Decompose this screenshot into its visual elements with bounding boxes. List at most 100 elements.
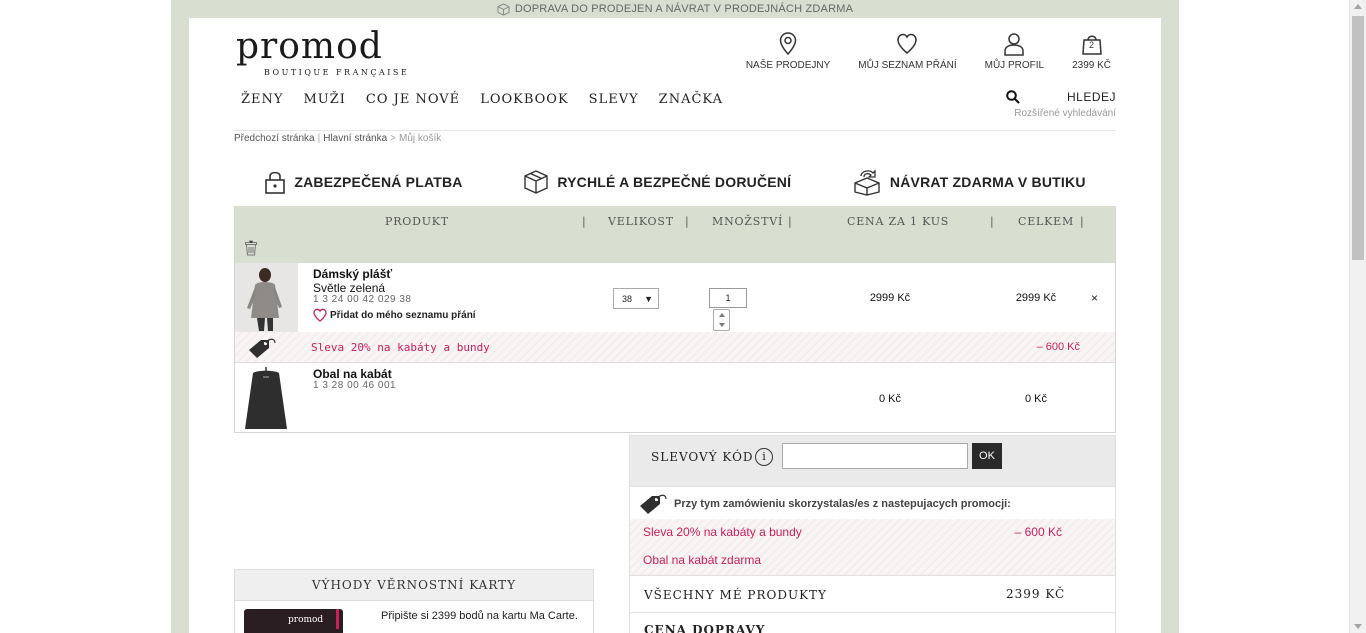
return-box-icon <box>854 169 880 196</box>
add-to-wishlist[interactable]: Přidat do mého seznamu přání <box>313 308 476 322</box>
product-color: Světle zelená <box>313 281 386 295</box>
search-box: HLEDEJ Rozšířené vyhledávání <box>1006 90 1116 119</box>
nav-item-slevy[interactable]: SLEVY <box>589 92 639 107</box>
search-icon[interactable] <box>1006 90 1020 104</box>
unit-price: 2999 Kč <box>869 292 911 304</box>
trash-icon[interactable] <box>245 240 257 256</box>
line-total: 0 Kč <box>1024 393 1047 405</box>
promotions-title: Przy tym zamówieniu skorzystalas/es z na… <box>638 492 1011 516</box>
wishlist-link[interactable]: MŮJ SEZNAM PŘÁNÍ <box>858 32 957 71</box>
trust-delivery-label: RYCHLÉ A BEZPEČNÉ DORUČENÍ <box>557 174 792 190</box>
stores-label: NAŠE PRODEJNY <box>745 60 831 71</box>
cart-total: 2399 KČ <box>1072 60 1111 71</box>
product-name[interactable]: Obal na kabát <box>313 367 392 381</box>
price-tag-icon <box>249 338 276 358</box>
cart-table: PRODUKT | VELIKOST | MNOŽSTVÍ | CENA ZA … <box>234 206 1116 433</box>
advanced-search-link[interactable]: Rozšířené vyhledávání <box>1006 108 1116 119</box>
cart-table-header: PRODUKT | VELIKOST | MNOŽSTVÍ | CENA ZA … <box>235 206 1115 263</box>
profile-label: MŮJ PROFIL <box>984 60 1045 71</box>
summary-all-products: VŠECHNY MÉ PRODUKTY 2399 KČ <box>629 575 1116 613</box>
shipping-banner: DOPRAVA DO PRODEJEN A NÁVRAT V PRODEJNÁC… <box>171 0 1179 18</box>
quantity-input[interactable]: 1 <box>709 288 747 308</box>
price-tag-icon <box>640 494 667 514</box>
promotions-items: Sleva 20% na kabáty a bundy – 600 Kč Oba… <box>630 519 1115 575</box>
scrollbar-thumb[interactable] <box>1352 16 1364 260</box>
line-total: 2999 Kč <box>1015 292 1057 304</box>
loyalty-title: VÝHODY VĚRNOSTNÍ KARTY <box>235 570 593 601</box>
logo[interactable]: promod BOUTIQUE FRANÇAISE <box>236 28 436 78</box>
profile-link[interactable]: MŮJ PROFIL <box>985 32 1044 71</box>
increment-icon[interactable] <box>718 313 725 317</box>
summary-all-label: VŠECHNY MÉ PRODUKTY <box>644 588 827 602</box>
col-unit-price: CENA ZA 1 KUS <box>847 215 950 228</box>
scroll-down-icon[interactable] <box>1354 624 1362 629</box>
breadcrumb-home[interactable]: Hlavní stránka <box>323 133 387 144</box>
col-size: VELIKOST <box>608 215 674 228</box>
quantity-stepper[interactable] <box>713 309 730 331</box>
cart-row: Dámský plášť Světle zelená 1 3 24 00 42 … <box>235 263 1115 332</box>
wishlist-label: MŮJ SEZNAM PŘÁNÍ <box>858 60 957 71</box>
product-name[interactable]: Dámský plášť <box>313 267 392 281</box>
loyalty-card-text: promod <box>288 615 324 625</box>
coupon-section: SLEVOVÝ KÓD i OK <box>629 435 1116 487</box>
promotions-title-text: Przy tym zamówieniu skorzystalas/es z na… <box>674 498 1011 510</box>
padlock-icon <box>265 171 286 194</box>
stores-link[interactable]: NAŠE PRODEJNY <box>746 32 830 71</box>
col-total: CELKEM <box>1018 215 1075 228</box>
breadcrumb: Předchozí stránka | Hlavní stránka > Můj koš… <box>234 133 442 144</box>
size-value: 38 <box>622 293 633 304</box>
trust-delivery: RYCHLÉ A BEZPEČNÉ DORUČENÍ <box>523 169 791 195</box>
size-select[interactable]: 38 ▼ <box>613 288 659 309</box>
cart-count: 2 <box>1089 40 1095 50</box>
loyalty-card-image: promod <box>244 609 343 633</box>
col-qty: MNOŽSTVÍ <box>712 215 784 228</box>
main-page: promod BOUTIQUE FRANÇAISE NAŠE PRODEJNY … <box>189 18 1161 633</box>
product-image[interactable] <box>235 363 298 432</box>
discount-row: Sleva 20% na kabáty a bundy – 600 Kč <box>235 332 1115 363</box>
product-code: 1 3 24 00 42 029 38 <box>313 294 412 305</box>
box-icon <box>497 2 510 16</box>
discount-label: Sleva 20% na kabáty a bundy <box>311 341 490 354</box>
trust-bar: ZABEZPEČENÁ PLATBA RYCHLÉ A BEZPEČNÉ DOR… <box>234 158 1116 206</box>
heart-icon <box>313 308 327 322</box>
search-label[interactable]: HLEDEJ <box>1067 90 1116 104</box>
loyalty-text: Připište si 2399 bodů na kartu Ma Carte. <box>381 610 578 622</box>
nav-item-new[interactable]: CO JE NOVÉ <box>366 92 460 107</box>
summary-shipping-label: CENA DOPRAVY <box>644 623 766 633</box>
nav-item-znacka[interactable]: ZNAČKA <box>659 92 723 107</box>
unit-price: 0 Kč <box>878 393 901 405</box>
wishlist-link-label: Přidat do mého seznamu přání <box>330 309 476 321</box>
remove-item-button[interactable]: × <box>1091 291 1098 305</box>
cart-row: Obal na kabát 1 3 28 00 46 001 0 Kč 0 Kč <box>235 363 1115 432</box>
coupon-ok-button[interactable]: OK <box>972 443 1002 469</box>
breadcrumb-current: Můj košík <box>398 133 442 144</box>
nav-item-muzi[interactable]: MUŽI <box>303 92 345 107</box>
nav-item-zeny[interactable]: ŽENY <box>241 92 283 107</box>
scroll-up-icon[interactable] <box>1354 4 1362 9</box>
coupon-label: SLEVOVÝ KÓD <box>651 450 754 464</box>
banner-text: DOPRAVA DO PRODEJEN A NÁVRAT V PRODEJNÁC… <box>514 3 854 15</box>
main-nav: ŽENY MUŽI CO JE NOVÉ LOOKBOOK SLEVY ZNAČ… <box>241 92 743 107</box>
package-icon <box>524 170 549 194</box>
trust-return: NÁVRAT ZDARMA V BUTIKU <box>852 168 1086 196</box>
user-icon <box>1004 33 1025 56</box>
promotions-list: Przy tym zamówieniu skorzystalas/es z na… <box>629 487 1116 575</box>
coupon-input[interactable] <box>782 443 968 469</box>
loyalty-box: VÝHODY VĚRNOSTNÍ KARTY promod Připište s… <box>234 569 594 633</box>
info-icon[interactable]: i <box>755 448 773 466</box>
heart-icon <box>897 33 918 54</box>
scrollbar[interactable] <box>1349 0 1366 633</box>
promo-label: Sleva 20% na kabáty a bundy <box>643 525 802 539</box>
trust-secure-label: ZABEZPEČENÁ PLATBA <box>294 174 463 190</box>
nav-item-lookbook[interactable]: LOOKBOOK <box>480 92 568 107</box>
product-code: 1 3 28 00 46 001 <box>313 380 397 391</box>
product-image[interactable] <box>235 263 298 332</box>
decrement-icon[interactable] <box>718 323 725 327</box>
cart-link[interactable]: 2 2399 KČ <box>1072 32 1111 71</box>
discount-value: – 600 Kč <box>1036 341 1080 353</box>
promo-value: – 600 Kč <box>1014 525 1062 539</box>
location-pin-icon <box>779 32 797 56</box>
breadcrumb-prev[interactable]: Předchozí stránka <box>234 133 315 144</box>
summary-shipping: CENA DOPRAVY <box>629 613 1116 633</box>
header-divider <box>234 130 1116 131</box>
